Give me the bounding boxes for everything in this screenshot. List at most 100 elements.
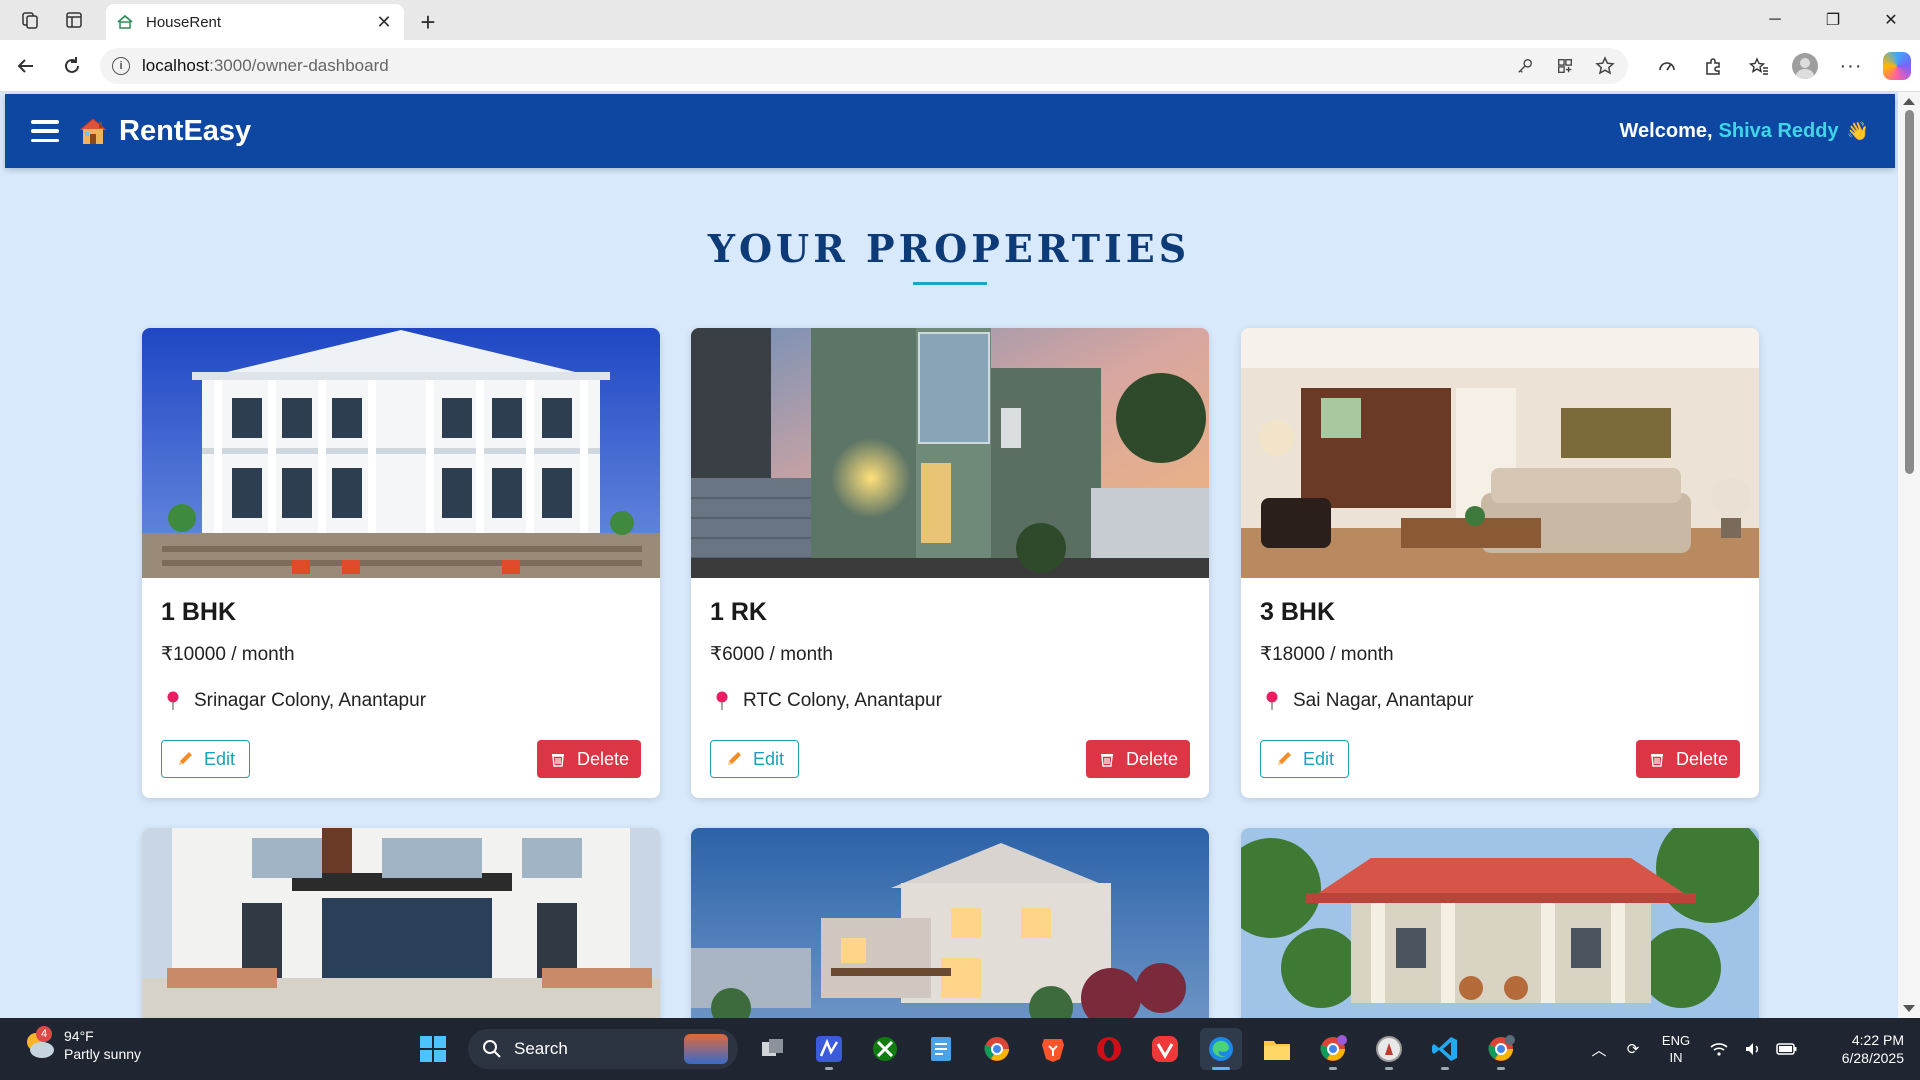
profile-avatar[interactable] [1782, 46, 1828, 86]
scroll-up-arrow-icon[interactable] [1903, 98, 1915, 105]
favorite-star-icon[interactable] [1594, 55, 1616, 77]
app-available-icon[interactable] [1554, 55, 1576, 77]
opera-icon[interactable] [1088, 1028, 1130, 1070]
chrome-secondary-icon[interactable] [1480, 1028, 1522, 1070]
key-icon[interactable] [1514, 55, 1536, 77]
weather-widget[interactable]: 4 94°F Partly sunny [22, 1026, 142, 1063]
welcome-message: Welcome, Shiva Reddy 👋 [1620, 94, 1869, 168]
back-button[interactable] [4, 46, 48, 86]
delete-label: Delete [1125, 748, 1178, 769]
property-card [142, 828, 660, 1018]
sync-icon[interactable]: ⟳ [1616, 1040, 1650, 1058]
start-button[interactable] [412, 1028, 454, 1070]
notepad-icon[interactable] [920, 1028, 962, 1070]
weather-badge: 4 [36, 1026, 52, 1042]
welcome-prefix: Welcome, [1619, 119, 1713, 142]
brave-icon[interactable] [1032, 1028, 1074, 1070]
copilot-icon[interactable] [1874, 46, 1920, 86]
favorites-icon[interactable] [1736, 46, 1782, 86]
edit-button[interactable]: Edit [710, 740, 800, 778]
delete-button[interactable]: Delete [1085, 740, 1190, 778]
file-explorer-icon[interactable] [1256, 1028, 1298, 1070]
page-scrollbar[interactable] [1898, 92, 1920, 1018]
scrollbar-thumb[interactable] [1905, 110, 1914, 474]
edit-label: Edit [204, 748, 236, 769]
edit-button[interactable]: Edit [161, 740, 251, 778]
delete-button[interactable]: Delete [1635, 740, 1740, 778]
vertical-tabs-icon[interactable] [52, 0, 96, 40]
chrome-profile-icon[interactable] [1312, 1028, 1354, 1070]
volume-icon[interactable] [1736, 1041, 1770, 1057]
browser-tab-strip: HouseRent ✕ + ─ ❐ ✕ [0, 0, 1920, 40]
url-path: :3000/owner-dashboard [209, 56, 389, 75]
partly-sunny-icon: 4 [22, 1026, 56, 1062]
browser-toolbar: i localhost:3000/owner-dashboard ··· [0, 40, 1920, 92]
property-image [142, 828, 660, 1018]
clock[interactable]: 4:22 PM 6/28/2025 [1820, 1031, 1904, 1067]
vivaldi-icon[interactable] [1144, 1028, 1186, 1070]
tab-close-icon[interactable]: ✕ [374, 12, 394, 33]
property-image [691, 328, 1209, 578]
property-location: Srinagar Colony, Anantapur [161, 690, 641, 712]
vscode-icon[interactable] [1424, 1028, 1466, 1070]
new-tab-button[interactable]: + [412, 6, 444, 38]
browser-tab-active[interactable]: HouseRent ✕ [106, 4, 404, 40]
user-name: Shiva Reddy [1718, 119, 1839, 142]
property-card [1241, 828, 1759, 1018]
property-price: ₹18000 / month [1260, 644, 1394, 665]
property-card: 1 RK ₹6000 / month RTC Colony, Anantapur… [691, 328, 1209, 798]
chevron-up-icon[interactable]: ︿ [1582, 1039, 1616, 1060]
wifi-icon[interactable] [1702, 1041, 1736, 1057]
reload-button[interactable] [50, 46, 94, 86]
chrome-icon[interactable] [976, 1028, 1018, 1070]
edit-button[interactable]: Edit [1260, 740, 1350, 778]
language-indicator[interactable]: ENG IN [1650, 1032, 1702, 1066]
system-tray: ︿ ⟳ ENG IN 4:22 PM 6/28/2025 [1582, 1018, 1920, 1080]
address-bar[interactable]: i localhost:3000/owner-dashboard [100, 48, 1628, 84]
property-image [691, 828, 1209, 1018]
location-pin-icon [1266, 691, 1278, 710]
weather-condition: Partly sunny [64, 1046, 142, 1062]
performance-icon[interactable] [1644, 46, 1690, 86]
wastebasket-icon [1100, 754, 1113, 767]
temperature: 94°F [64, 1028, 94, 1044]
search-icon [483, 1040, 501, 1058]
close-window-button[interactable]: ✕ [1862, 0, 1920, 40]
clock-date: 6/28/2025 [1841, 1050, 1904, 1066]
wastebasket-icon [1650, 754, 1663, 767]
taskbar-search[interactable]: Search [468, 1029, 738, 1069]
property-location: RTC Colony, Anantapur [710, 690, 1190, 712]
editor-app-icon[interactable] [808, 1028, 850, 1070]
menu-hamburger-icon[interactable] [31, 120, 59, 142]
app-header: RentEasy Welcome, Shiva Reddy 👋 [5, 94, 1895, 168]
minimize-button[interactable]: ─ [1746, 0, 1804, 40]
workspaces-icon[interactable] [8, 0, 52, 40]
restore-button[interactable]: ❐ [1804, 0, 1862, 40]
property-price: ₹10000 / month [161, 644, 295, 665]
title-underline [913, 282, 987, 285]
wave-emoji: 👋 [1846, 120, 1869, 141]
xbox-icon[interactable] [864, 1028, 906, 1070]
location-text: RTC Colony, Anantapur [743, 690, 942, 711]
delete-button[interactable]: Delete [536, 740, 641, 778]
more-menu-icon[interactable]: ··· [1828, 46, 1874, 86]
window-controls: ─ ❐ ✕ [1746, 0, 1920, 40]
extensions-icon[interactable] [1690, 46, 1736, 86]
location-text: Srinagar Colony, Anantapur [194, 690, 427, 711]
pencil-icon [1278, 752, 1291, 765]
delete-label: Delete [576, 748, 629, 769]
lang-line2: IN [1669, 1050, 1683, 1065]
site-info-icon[interactable]: i [112, 57, 130, 75]
wastebasket-icon [551, 754, 564, 767]
compass-app-icon[interactable] [1368, 1028, 1410, 1070]
battery-icon[interactable] [1770, 1042, 1804, 1056]
property-card [691, 828, 1209, 1018]
property-title: 1 RK [710, 598, 767, 626]
clock-time: 4:22 PM [1851, 1032, 1904, 1048]
brand-name[interactable]: RentEasy [119, 115, 251, 148]
property-card: 1 BHK ₹10000 / month Srinagar Colony, An… [142, 328, 660, 798]
scroll-down-arrow-icon[interactable] [1903, 1005, 1915, 1012]
task-view-icon[interactable] [752, 1028, 794, 1070]
edit-label: Edit [1303, 748, 1335, 769]
edge-icon[interactable] [1200, 1028, 1242, 1070]
